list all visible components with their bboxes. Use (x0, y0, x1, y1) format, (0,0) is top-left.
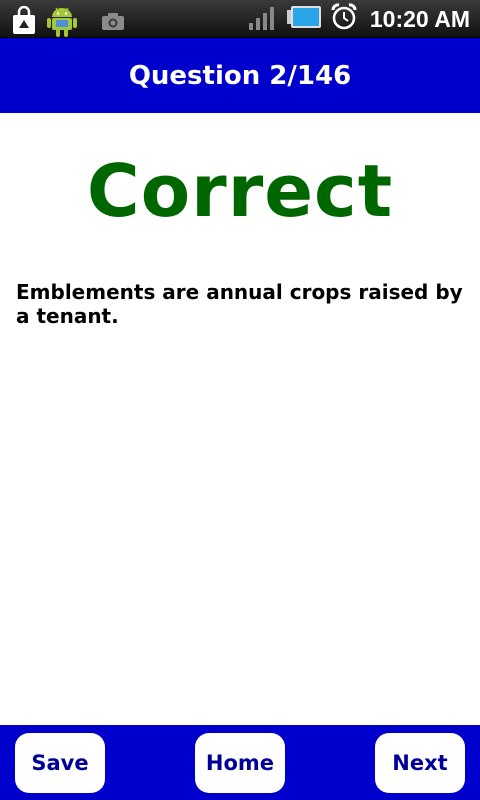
status-time: 10:20 AM (369, 5, 470, 32)
next-button[interactable]: Next (375, 733, 465, 793)
explanation-text: Emblements are annual crops raised by a … (16, 280, 463, 328)
answer-content: Correct Emblements are annual crops rais… (0, 113, 480, 725)
result-text: Correct (86, 149, 394, 233)
shopping-bag-icon (10, 5, 38, 40)
signal-bars-icon (248, 3, 278, 35)
battery-icon (286, 5, 322, 33)
save-button[interactable]: Save (15, 733, 105, 793)
footer-bar: Save Home Next (0, 725, 480, 800)
header-bar: Question 2/146 (0, 38, 480, 113)
camera-icon (100, 10, 126, 36)
android-robot-icon (46, 4, 78, 42)
home-button[interactable]: Home (195, 733, 285, 793)
system-tray: 10:20 AM (248, 3, 470, 35)
notification-area (10, 4, 126, 42)
status-bar: 10:20 AM (0, 0, 480, 38)
question-counter: Question 2/146 (128, 60, 352, 91)
alarm-clock-icon (330, 3, 358, 35)
